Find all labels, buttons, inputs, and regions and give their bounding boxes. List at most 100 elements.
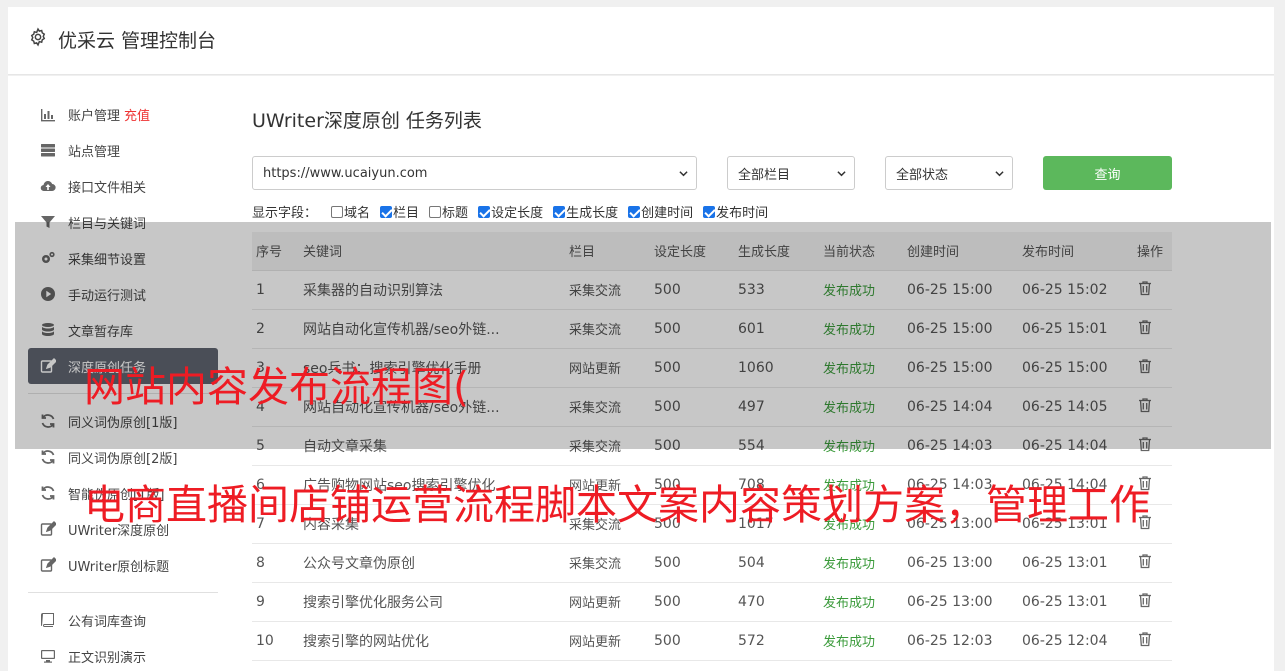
trash-icon[interactable]: [1137, 319, 1153, 335]
database-icon: [42, 323, 54, 336]
field-checkbox-created[interactable]: 创建时间: [628, 202, 693, 221]
trash-icon[interactable]: [1137, 280, 1153, 296]
monitor-icon: [41, 650, 55, 663]
trash-icon[interactable]: [1137, 397, 1153, 413]
sidebar-item-label: 账户管理: [68, 108, 121, 124]
row-gen-length: 497: [734, 387, 819, 427]
sidebar-item-uwriter-title[interactable]: UWriter原创标题: [28, 547, 218, 583]
row-index: 5: [252, 426, 299, 466]
row-created: 06-25 13:00: [903, 582, 1018, 622]
field-checkbox-published[interactable]: 发布时间: [703, 202, 768, 221]
row-column: 网站更新: [565, 621, 650, 661]
sidebar-item-body-recognition[interactable]: 正文识别演示: [28, 638, 218, 671]
row-keyword: 公众号文章伪原创: [299, 543, 565, 583]
play-circle-icon: [41, 287, 55, 301]
trash-icon[interactable]: [1137, 358, 1153, 374]
row-column: 采集交流: [565, 426, 650, 466]
trash-icon[interactable]: [1137, 592, 1153, 608]
sidebar-item-public-lexicon[interactable]: 公有词库查询: [28, 602, 218, 638]
display-fields-label: 显示字段：: [252, 206, 318, 221]
row-gen-length: 504: [734, 543, 819, 583]
row-index: 2: [252, 309, 299, 349]
row-keyword: 搜索引擎优化服务公司: [299, 582, 565, 622]
filter-bar: https://www.ucaiyun.com 全部栏目 全部状态 查询: [252, 156, 1172, 190]
row-actions: [1133, 387, 1172, 427]
edit-icon: [40, 521, 56, 536]
field-checkbox-title[interactable]: 标题: [429, 202, 468, 221]
recharge-link[interactable]: 充值: [124, 105, 150, 124]
sidebar-item-columns-keywords[interactable]: 栏目与关键词: [28, 204, 218, 240]
row-actions: [1133, 270, 1172, 310]
query-button[interactable]: 查询: [1043, 156, 1172, 190]
row-actions: [1133, 543, 1172, 583]
field-checkbox-domain[interactable]: 域名: [331, 202, 370, 221]
field-checkbox-set-length[interactable]: 设定长度: [478, 202, 543, 221]
row-set-length: 500: [650, 387, 734, 427]
row-set-length: 500: [650, 543, 734, 583]
trash-icon[interactable]: [1137, 436, 1153, 452]
row-created: 06-25 15:00: [903, 309, 1018, 349]
row-created: 06-25 12:03: [903, 621, 1018, 661]
row-gen-length: 572: [734, 621, 819, 661]
field-checkbox-gen-length[interactable]: 生成长度: [553, 202, 618, 221]
row-gen-length: 533: [734, 270, 819, 310]
row-column: 采集交流: [565, 309, 650, 349]
sidebar-item-interface-files[interactable]: 接口文件相关: [28, 168, 218, 204]
sidebar-divider: [28, 592, 218, 593]
row-published: 06-25 15:00: [1018, 348, 1133, 388]
row-gen-length: 601: [734, 309, 819, 349]
table-row: 8 公众号文章伪原创 采集交流 500 504 发布成功 06-25 13:00 06-25 …: [252, 543, 1172, 583]
refresh-icon: [41, 414, 55, 428]
col-header: 创建时间: [903, 232, 1018, 271]
row-status: 发布成功: [819, 543, 903, 583]
chevron-down-icon: [995, 171, 1004, 177]
task-table: 序号 关键词 栏目 设定长度 生成长度 当前状态 创建时间 发布时间 操作 1采…: [252, 232, 1172, 661]
sidebar-item-account[interactable]: 账户管理 充值: [28, 96, 218, 132]
row-keyword: 网站自动化宣传机器/seo外链...: [299, 309, 565, 349]
edit-icon: [40, 358, 56, 373]
status-select[interactable]: 全部状态: [885, 156, 1013, 190]
row-column: 网站更新: [565, 582, 650, 622]
sidebar-item-manual-run[interactable]: 手动运行测试: [28, 276, 218, 312]
sidebar-item-collect-settings[interactable]: 采集细节设置: [28, 240, 218, 276]
sidebar-item-label: 接口文件相关: [68, 180, 147, 196]
row-keyword: 自动文章采集: [299, 426, 565, 466]
book-icon: [41, 613, 54, 627]
filter-icon: [41, 216, 55, 228]
sidebar-item-label: 公有词库查询: [68, 614, 147, 630]
row-keyword: 采集器的自动识别算法: [299, 270, 565, 310]
sidebar-item-label: 手动运行测试: [68, 288, 147, 304]
server-icon: [41, 144, 55, 157]
sidebar-item-sites[interactable]: 站点管理: [28, 132, 218, 168]
row-column: 采集交流: [565, 543, 650, 583]
overlay-caption-2: 电商直播间店铺运营流程脚本文案内容策划方案，管理工作: [84, 481, 1150, 529]
col-header: 栏目: [565, 232, 650, 271]
field-checkbox-column[interactable]: 栏目: [380, 202, 419, 221]
site-select[interactable]: https://www.ucaiyun.com: [252, 156, 697, 190]
sidebar-item-label: 站点管理: [68, 144, 121, 160]
sidebar-item-article-store[interactable]: 文章暂存库: [28, 312, 218, 348]
row-set-length: 500: [650, 426, 734, 466]
row-status: 发布成功: [819, 582, 903, 622]
chevron-down-icon: [679, 171, 688, 177]
sidebar-item-label: 同义词伪原创[2版]: [68, 451, 178, 467]
table-row: 10 搜索引擎的网站优化 网站更新 500 572 发布成功 06-25 12:03 06-2…: [252, 621, 1172, 661]
row-created: 06-25 15:00: [903, 270, 1018, 310]
category-select[interactable]: 全部栏目: [727, 156, 855, 190]
row-status: 发布成功: [819, 348, 903, 388]
trash-icon[interactable]: [1137, 553, 1153, 569]
sidebar-item-label: 文章暂存库: [68, 324, 134, 340]
chevron-down-icon: [837, 171, 846, 177]
row-status: 发布成功: [819, 387, 903, 427]
display-fields: 显示字段： 域名 栏目 标题 设定长度 生成长度 创建时间 发布时间: [252, 202, 778, 221]
row-published: 06-25 15:02: [1018, 270, 1133, 310]
row-index: 8: [252, 543, 299, 583]
trash-icon[interactable]: [1137, 631, 1153, 647]
sidebar-item-label: UWriter原创标题: [68, 559, 170, 575]
col-header: 设定长度: [650, 232, 734, 271]
row-actions: [1133, 426, 1172, 466]
site-select-value: https://www.ucaiyun.com: [263, 165, 428, 181]
row-status: 发布成功: [819, 309, 903, 349]
sidebar-item-synonym-v2[interactable]: 同义词伪原创[2版]: [28, 439, 218, 475]
row-set-length: 500: [650, 621, 734, 661]
